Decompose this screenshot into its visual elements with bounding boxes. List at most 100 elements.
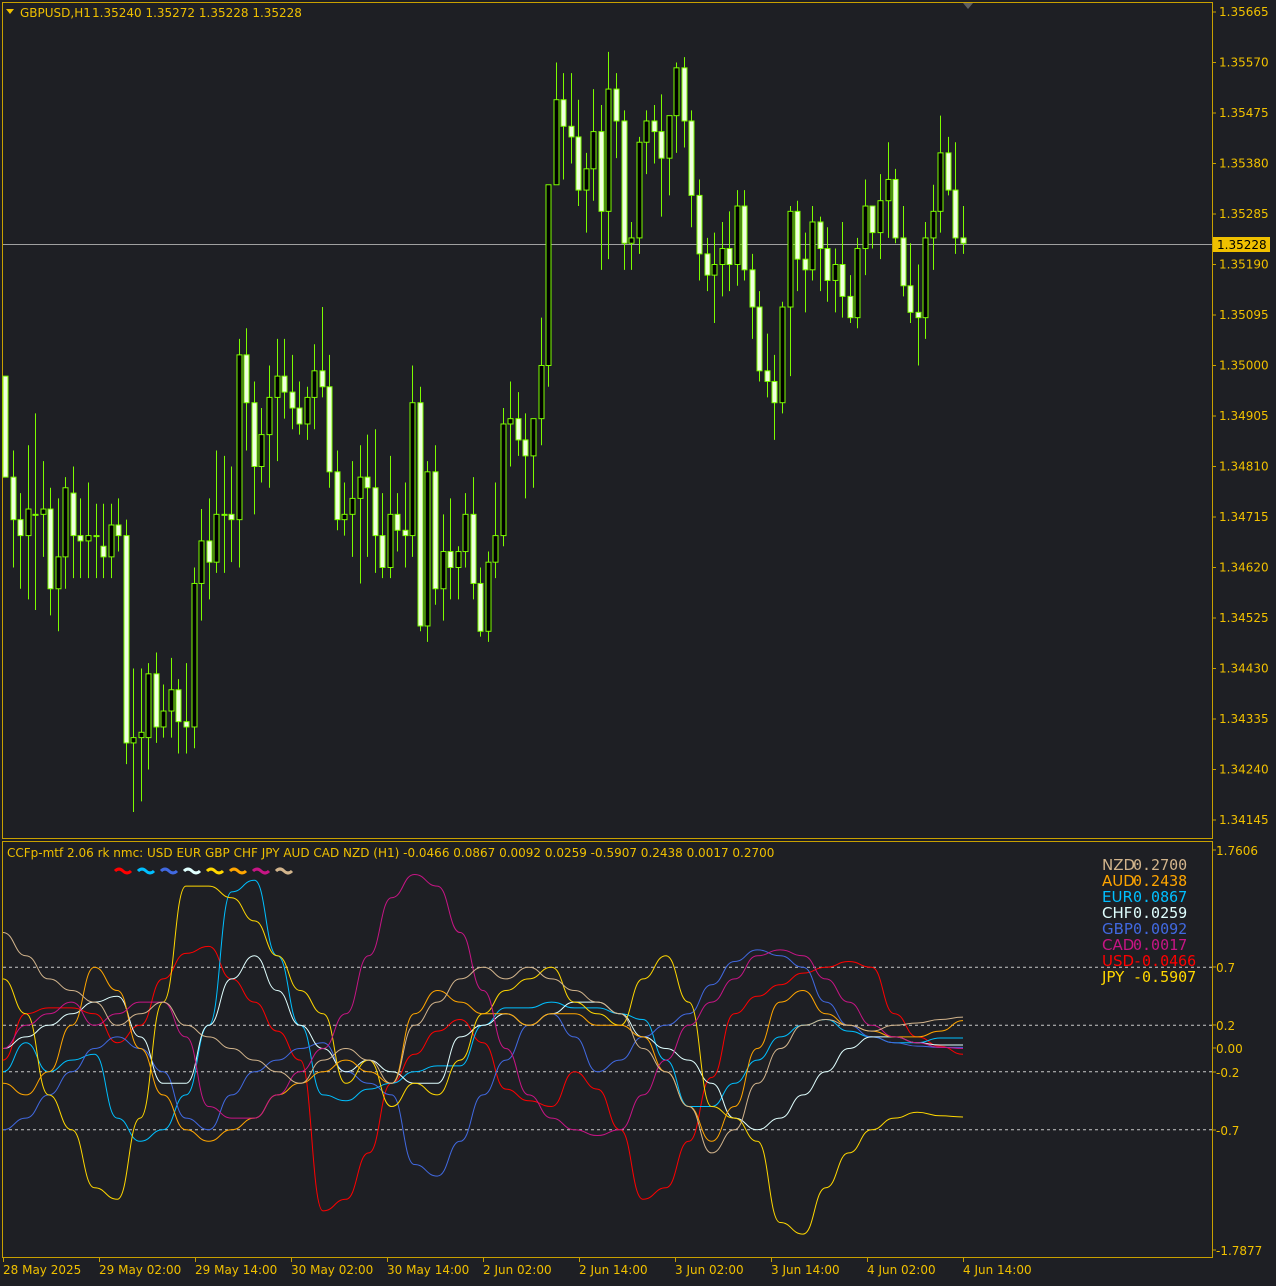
price-tick-label: 1.34715 xyxy=(1219,510,1269,524)
bear-candle-body xyxy=(741,205,748,271)
bull-candle-body xyxy=(922,237,929,319)
bull-candle-body xyxy=(304,396,311,425)
bear-candle-body xyxy=(824,248,831,281)
bear-candle-body xyxy=(764,370,771,382)
bull-candle-body xyxy=(583,168,590,191)
bull-candle-body xyxy=(236,354,243,521)
bull-candle-body xyxy=(93,535,100,538)
bear-candle-body xyxy=(175,689,182,723)
bear-candle-body xyxy=(402,529,409,537)
time-tick-label: 3 Jun 02:00 xyxy=(675,1263,744,1277)
bear-candle-body xyxy=(153,673,160,728)
bear-candle-body xyxy=(319,370,326,388)
bull-candle-body xyxy=(55,556,62,590)
bull-candle-body xyxy=(311,370,318,398)
bear-candle-body xyxy=(802,258,809,271)
price-tick-label: 1.34810 xyxy=(1219,460,1269,474)
bear-candle-body xyxy=(394,513,401,531)
bull-candle-body xyxy=(424,471,431,627)
bear-candle-body xyxy=(206,540,213,563)
bull-candle-body xyxy=(779,306,786,404)
bear-candle-body xyxy=(613,88,620,122)
bull-candle-body xyxy=(809,221,816,271)
bull-candle-body xyxy=(455,551,462,568)
bear-candle-body xyxy=(575,136,582,191)
bull-candle-body xyxy=(40,508,47,515)
currency-legend: NZD 0.2700AUD 0.2438EUR 0.0867CHF 0.0259… xyxy=(1101,856,1196,986)
price-tick-label: 1.34335 xyxy=(1219,712,1269,726)
time-tick-label: 4 Jun 02:00 xyxy=(867,1263,936,1277)
bear-candle-body xyxy=(477,582,484,632)
bear-candle-body xyxy=(515,418,522,441)
bull-candle-body xyxy=(168,689,175,712)
indicator-tick-label: 0.2 xyxy=(1216,1019,1235,1033)
bear-candle-body xyxy=(115,524,122,537)
indicator-tick-label: 0.00 xyxy=(1216,1042,1243,1056)
bear-candle-body xyxy=(296,407,303,425)
bull-candle-body xyxy=(538,365,545,420)
bear-candle-body xyxy=(77,535,84,542)
bull-candle-body xyxy=(440,551,447,590)
time-tick-label: 29 May 14:00 xyxy=(195,1263,277,1277)
bull-candle-body xyxy=(213,513,220,563)
bear-candle-body xyxy=(2,375,9,478)
indicator-tick-label: -1.7877 xyxy=(1216,1244,1262,1258)
bull-candle-body xyxy=(711,264,718,276)
bull-candle-body xyxy=(643,120,650,143)
bear-candle-body xyxy=(70,492,77,537)
bull-candle-body xyxy=(108,524,115,558)
time-tick-label: 30 May 02:00 xyxy=(291,1263,373,1277)
bear-candle-body xyxy=(568,125,575,138)
chart-window: GBPUSD,H1 1.35240 1.35272 1.35228 1.3522… xyxy=(0,0,1276,1282)
bear-candle-body xyxy=(892,178,899,239)
bear-candle-body xyxy=(470,513,477,584)
bull-candle-body xyxy=(530,418,537,457)
bear-candle-body xyxy=(289,391,296,409)
bull-candle-body xyxy=(628,237,635,244)
bull-candle-body xyxy=(349,497,356,515)
bear-candle-body xyxy=(952,189,959,239)
bull-candle-body xyxy=(462,513,469,553)
bull-candle-body xyxy=(387,513,394,568)
bear-candle-body xyxy=(658,131,665,159)
time-tick-label: 3 Jun 14:00 xyxy=(771,1263,840,1277)
bear-candle-body xyxy=(326,386,333,473)
bear-candle-body xyxy=(334,471,341,521)
bear-candle-body xyxy=(651,120,658,133)
bull-candle-body xyxy=(409,402,416,537)
time-tick-label: 29 May 02:00 xyxy=(99,1263,181,1277)
price-tick-label: 1.35095 xyxy=(1219,308,1269,322)
bull-candle-body xyxy=(673,67,680,117)
price-tick-label: 1.35665 xyxy=(1219,5,1269,19)
bear-candle-body xyxy=(945,152,952,191)
time-tick-label: 2 Jun 14:00 xyxy=(579,1263,648,1277)
bear-candle-body xyxy=(771,380,778,404)
bull-candle-body xyxy=(636,141,643,239)
bear-candle-body xyxy=(364,476,371,489)
bear-candle-body xyxy=(100,545,107,558)
bull-candle-body xyxy=(500,423,507,537)
indicator-tick-label: -0.7 xyxy=(1216,1124,1239,1138)
bear-candle-body xyxy=(10,476,17,521)
bull-candle-body xyxy=(590,131,597,170)
bull-candle-body xyxy=(492,535,499,563)
bull-candle-body xyxy=(854,248,861,319)
bear-candle-body xyxy=(379,535,386,569)
price-tick-label: 1.35190 xyxy=(1219,258,1269,272)
bear-candle-body xyxy=(869,205,876,234)
bear-candle-body xyxy=(960,237,967,244)
bear-candle-body xyxy=(817,221,824,250)
current-price-label: 1.35228 xyxy=(1217,238,1267,252)
bull-candle-body xyxy=(274,375,281,398)
legend-currency: JPY xyxy=(1101,968,1125,986)
bear-candle-body xyxy=(17,519,24,537)
bull-candle-body xyxy=(937,152,944,212)
chart-canvas[interactable]: GBPUSD,H1 1.35240 1.35272 1.35228 1.3522… xyxy=(0,0,1276,1282)
price-tick-label: 1.34905 xyxy=(1219,409,1269,423)
bull-candle-body xyxy=(62,487,69,558)
bear-candle-body xyxy=(696,194,703,255)
bull-candle-body xyxy=(145,673,152,739)
bear-candle-body xyxy=(681,67,688,122)
symbol-label: GBPUSD,H1 xyxy=(20,6,91,20)
bull-candle-body xyxy=(507,418,514,425)
